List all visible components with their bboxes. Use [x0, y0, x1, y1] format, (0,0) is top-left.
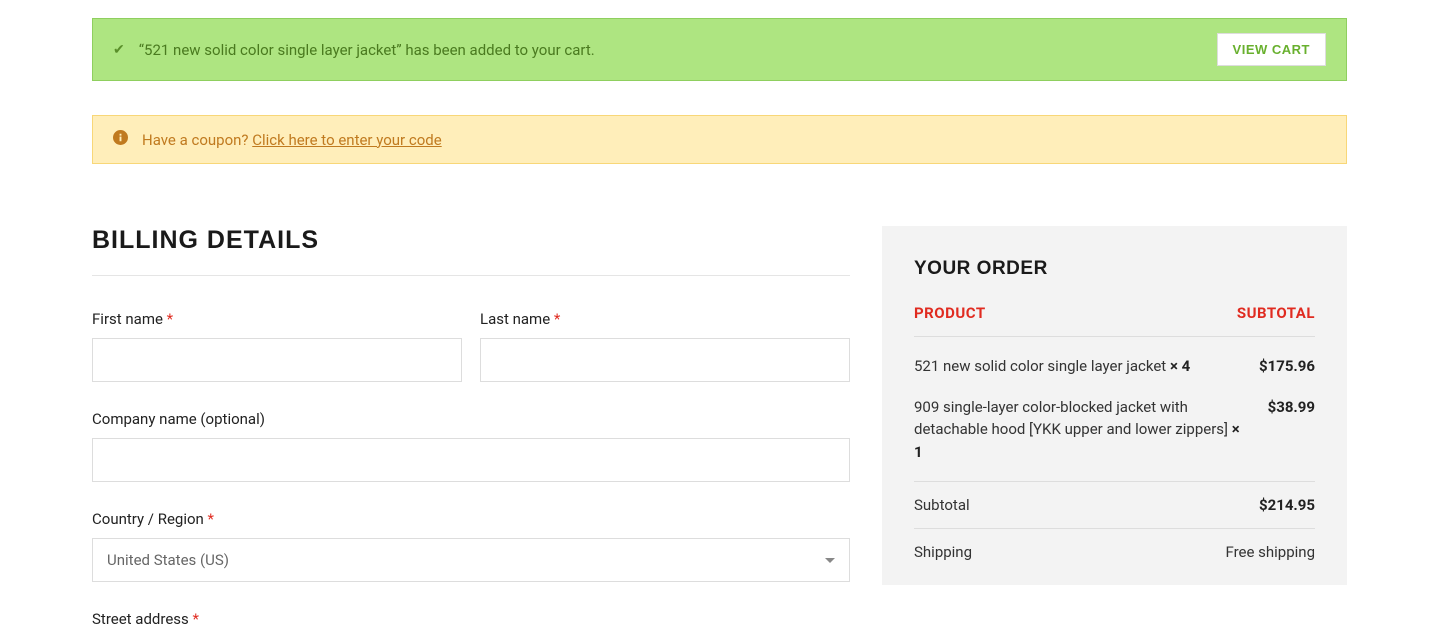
last-name-field[interactable]	[480, 338, 850, 382]
order-head-subtotal: SUBTOTAL	[1237, 304, 1315, 322]
billing-title: BILLING DETAILS	[92, 226, 850, 255]
country-label: Country / Region *	[92, 510, 850, 528]
order-item-price: $38.99	[1268, 396, 1315, 464]
coupon-prompt-text: Have a coupon?	[142, 131, 252, 149]
check-icon: ✔	[113, 42, 125, 58]
first-name-field[interactable]	[92, 338, 462, 382]
divider	[92, 275, 850, 276]
order-item-qty: × 4	[1170, 357, 1190, 375]
order-title: YOUR ORDER	[914, 258, 1315, 280]
order-item: 521 new solid color single layer jacket …	[914, 355, 1315, 396]
subtotal-value: $214.95	[1259, 496, 1315, 514]
billing-section: BILLING DETAILS First name * Last name *	[92, 226, 850, 638]
order-item: 909 single-layer color-blocked jacket wi…	[914, 396, 1315, 482]
view-cart-button[interactable]: VIEW CART	[1217, 33, 1326, 66]
required-mark: *	[554, 310, 560, 328]
first-name-label: First name *	[92, 310, 462, 328]
order-head-product: PRODUCT	[914, 304, 986, 322]
order-summary: YOUR ORDER PRODUCT SUBTOTAL 521 new soli…	[882, 226, 1347, 585]
coupon-link[interactable]: Click here to enter your code	[252, 131, 441, 149]
country-select[interactable]: United States (US)	[92, 538, 850, 582]
last-name-label: Last name *	[480, 310, 850, 328]
company-label: Company name (optional)	[92, 410, 850, 428]
info-icon	[113, 130, 128, 149]
cart-success-alert: ✔ “521 new solid color single layer jack…	[92, 18, 1347, 81]
order-shipping-row: Shipping Free shipping	[914, 528, 1315, 575]
subtotal-label: Subtotal	[914, 496, 970, 514]
coupon-alert: Have a coupon? Click here to enter your …	[92, 115, 1347, 164]
shipping-value: Free shipping	[1225, 543, 1315, 561]
order-subtotal-row: Subtotal $214.95	[914, 481, 1315, 528]
chevron-down-icon	[825, 558, 835, 563]
order-item-price: $175.96	[1259, 355, 1315, 378]
required-mark: *	[192, 610, 198, 628]
company-field[interactable]	[92, 438, 850, 482]
shipping-label: Shipping	[914, 543, 972, 561]
order-item-name: 909 single-layer color-blocked jacket wi…	[914, 398, 1232, 439]
street-label: Street address *	[92, 610, 850, 628]
required-mark: *	[167, 310, 173, 328]
country-value: United States (US)	[107, 551, 229, 569]
required-mark: *	[208, 510, 214, 528]
order-item-name: 521 new solid color single layer jacket	[914, 357, 1170, 375]
cart-success-text: “521 new solid color single layer jacket…	[139, 41, 595, 59]
